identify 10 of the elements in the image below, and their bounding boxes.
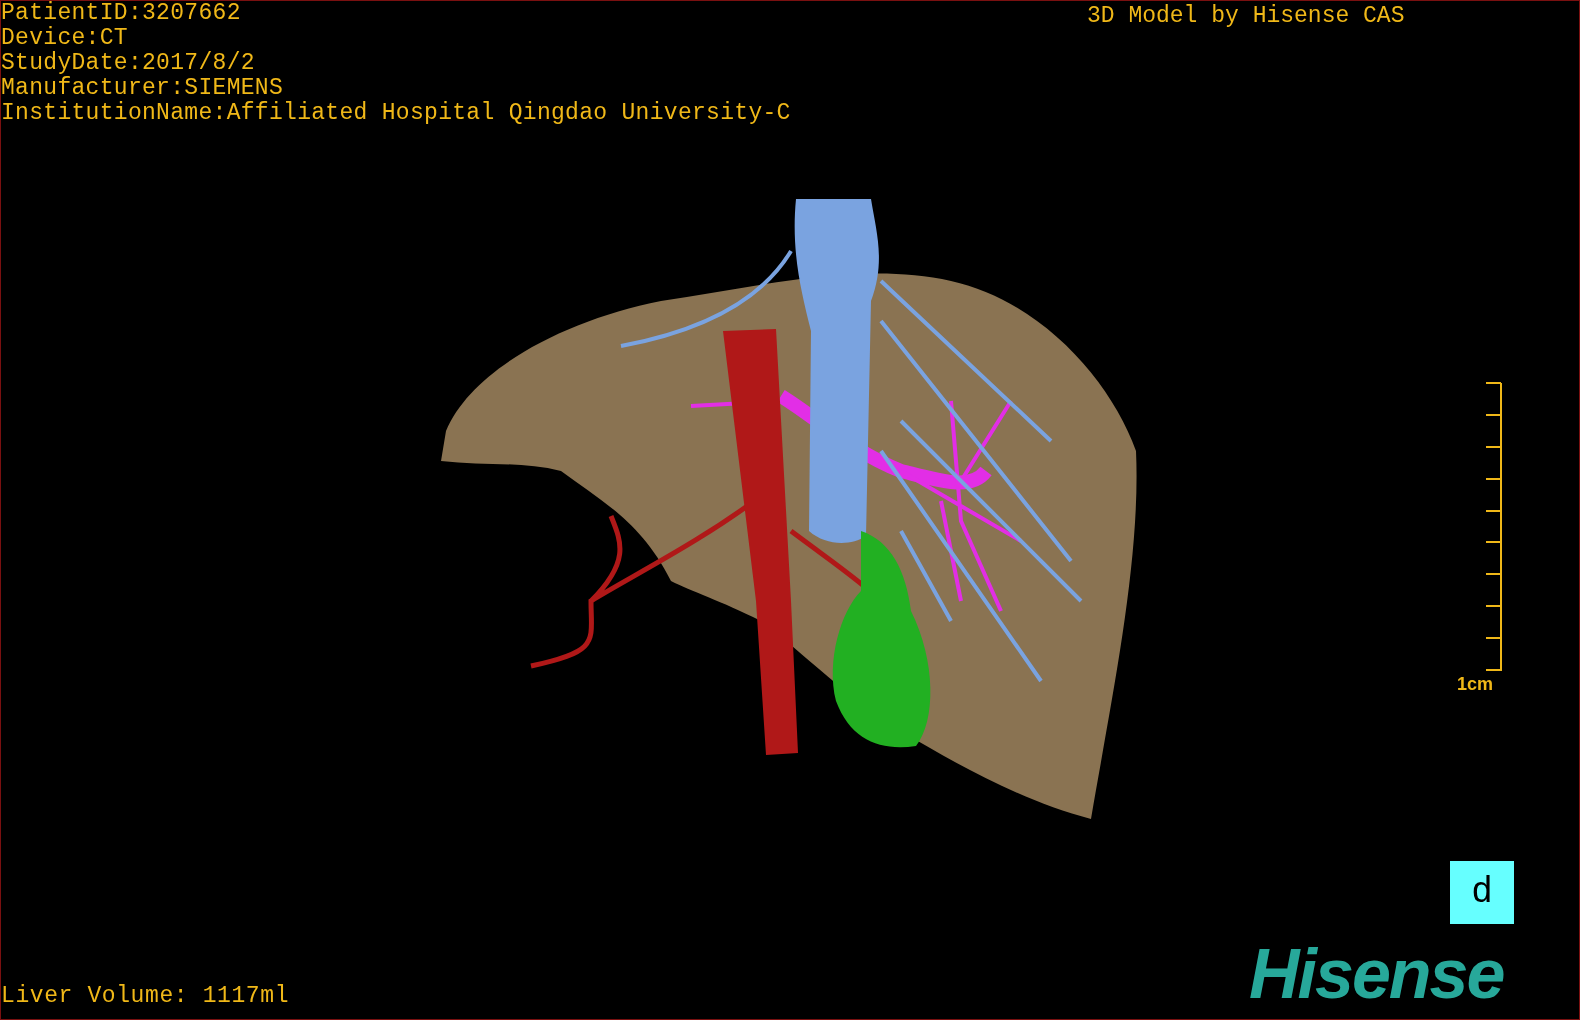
scale-label: 1cm [1457,673,1494,695]
info-text: InstitutionName:Affiliated Hospital Qingdao University-C [1,101,791,126]
info-text: Manufacturer:SIEMENS [1,76,285,101]
orientation-marker[interactable]: d [1450,861,1514,924]
logo: Hisense [1249,938,1504,1010]
liver-volume: Liver Volume: 1117ml [1,984,290,1009]
info-text: PatientID:3207662 [1,1,242,26]
info-text: Device:CT [1,26,129,51]
info-text: StudyDate:2017/8/2 [1,51,256,76]
model-credit: 3D Model by Hisense CAS [1087,4,1405,29]
